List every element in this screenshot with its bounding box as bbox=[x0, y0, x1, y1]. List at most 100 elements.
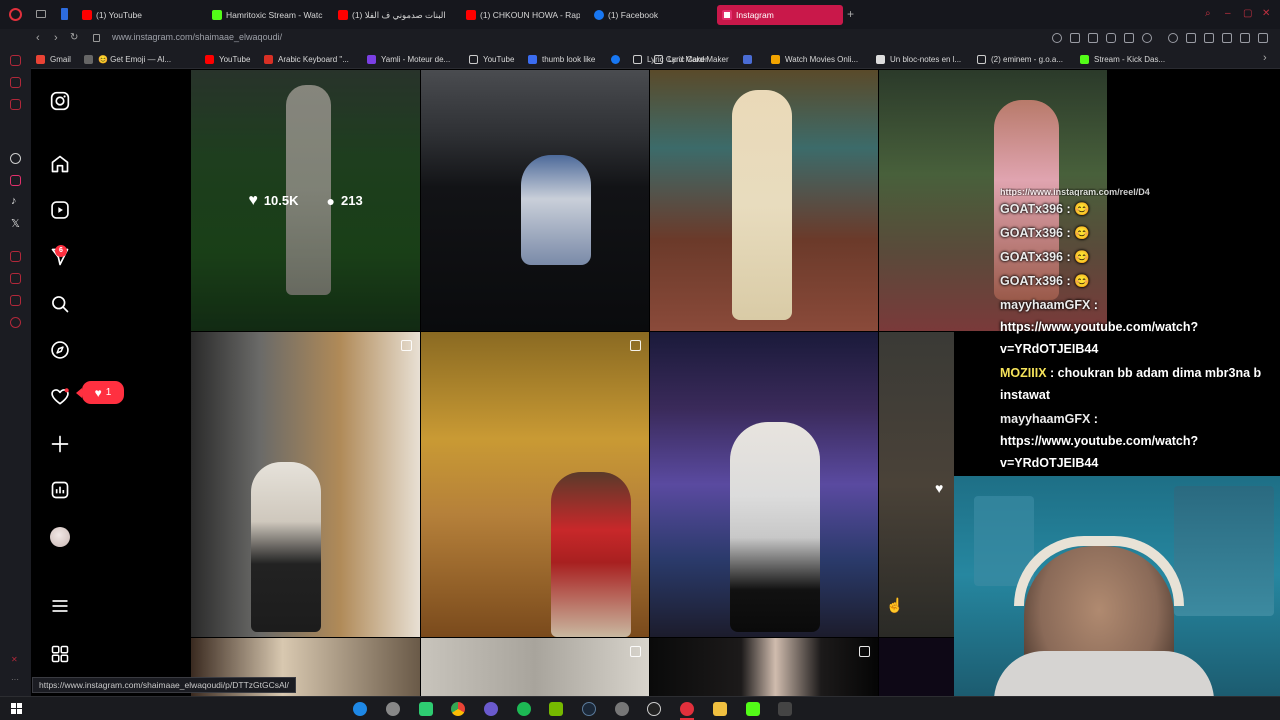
profile-avatar[interactable] bbox=[50, 527, 70, 547]
post-tile[interactable] bbox=[421, 70, 649, 331]
edge-icon[interactable] bbox=[353, 702, 367, 716]
bookmark-notepad[interactable]: Un bloc-notes en l... bbox=[876, 53, 961, 65]
create-icon[interactable] bbox=[50, 434, 70, 454]
download-icon[interactable] bbox=[1240, 33, 1250, 43]
nvidia-icon[interactable] bbox=[549, 702, 563, 716]
app-icon[interactable] bbox=[615, 702, 629, 716]
post-photo bbox=[730, 422, 820, 632]
post-tile[interactable] bbox=[650, 332, 878, 637]
search-tabs-icon[interactable]: ⌕ bbox=[1205, 9, 1215, 19]
tiktok-icon[interactable]: ♪ bbox=[11, 195, 17, 207]
bookmark-youtube[interactable]: YouTube bbox=[205, 53, 250, 65]
reels-icon[interactable] bbox=[50, 200, 70, 220]
menu-icon[interactable] bbox=[1258, 33, 1268, 43]
steam-icon[interactable] bbox=[582, 702, 596, 716]
workspace-icon[interactable] bbox=[10, 77, 21, 88]
settings-icon[interactable] bbox=[10, 317, 21, 328]
chrome-icon[interactable] bbox=[451, 702, 465, 716]
opera-logo-icon[interactable] bbox=[9, 8, 22, 21]
app-icon[interactable] bbox=[484, 702, 498, 716]
movies-icon bbox=[771, 54, 780, 64]
also-from-meta-icon[interactable] bbox=[50, 644, 70, 664]
bookmark-yamli[interactable]: Yamli - Moteur de... bbox=[367, 53, 450, 65]
post-tile[interactable] bbox=[650, 70, 878, 331]
bookmark-watch-movies[interactable]: Watch Movies Onli... bbox=[771, 53, 858, 65]
instagram-logo-icon[interactable] bbox=[50, 91, 70, 111]
search-icon[interactable] bbox=[50, 294, 70, 314]
bookmark-docs[interactable] bbox=[743, 53, 757, 65]
post-tile[interactable] bbox=[879, 638, 954, 696]
post-tile[interactable] bbox=[421, 332, 649, 637]
heart-icon[interactable] bbox=[1142, 33, 1152, 43]
bookmark-kick[interactable]: Stream - Kick Das... bbox=[1080, 53, 1165, 65]
lock-icon[interactable] bbox=[93, 34, 100, 42]
post-tile[interactable] bbox=[650, 638, 878, 696]
more-icon[interactable]: ··· bbox=[11, 675, 19, 684]
file-explorer-icon[interactable] bbox=[713, 702, 727, 716]
shield-icon[interactable] bbox=[1106, 33, 1116, 43]
post-tile[interactable] bbox=[191, 332, 420, 637]
new-tab-button[interactable]: + bbox=[847, 8, 854, 20]
post-tile[interactable]: ♥ bbox=[879, 332, 954, 637]
battery-icon[interactable] bbox=[1186, 33, 1196, 43]
tab-instagram[interactable]: Instagram bbox=[717, 5, 843, 25]
notifications-heart-icon[interactable] bbox=[50, 387, 70, 407]
chat-text: : 😊 bbox=[1063, 250, 1090, 264]
bookmark-lyric-card[interactable]: Lyric Card Maker bbox=[654, 53, 729, 65]
bookmark-facebook[interactable] bbox=[611, 53, 625, 65]
windows-start-icon[interactable] bbox=[11, 703, 22, 714]
more-menu-icon[interactable] bbox=[50, 596, 70, 616]
back-icon[interactable]: ‹ bbox=[36, 32, 40, 44]
zoom-icon[interactable] bbox=[1052, 33, 1062, 43]
chatgpt-icon[interactable] bbox=[10, 153, 21, 164]
bookmark-eminem[interactable]: (2) eminem - g.o.a... bbox=[977, 53, 1063, 65]
aria-icon[interactable] bbox=[10, 55, 21, 66]
downloads-icon[interactable] bbox=[10, 295, 21, 306]
close-sidebar-icon[interactable]: ✕ bbox=[11, 655, 18, 664]
snapshot-icon[interactable] bbox=[1088, 33, 1098, 43]
tab-youtube[interactable]: (1) YouTube bbox=[82, 5, 202, 25]
app-icon[interactable] bbox=[778, 702, 792, 716]
bookmarks-icon[interactable] bbox=[10, 273, 21, 284]
send-icon[interactable] bbox=[1124, 33, 1134, 43]
minimize-icon[interactable]: – bbox=[1225, 9, 1235, 19]
explore-icon[interactable] bbox=[50, 340, 70, 360]
forward-icon[interactable]: › bbox=[54, 32, 58, 44]
aria-icon[interactable] bbox=[1168, 33, 1178, 43]
app-icon[interactable] bbox=[386, 702, 400, 716]
dashboard-icon[interactable] bbox=[50, 480, 70, 500]
post-tile[interactable] bbox=[421, 638, 649, 696]
opera-icon[interactable] bbox=[680, 702, 694, 716]
pinned-tab-icon[interactable] bbox=[61, 8, 68, 20]
bookmark-arabic-keyboard[interactable]: Arabic Keyboard "... bbox=[264, 53, 349, 65]
like-notification-popup[interactable]: ♥ 1 bbox=[76, 381, 124, 404]
extensions-icon[interactable] bbox=[1204, 33, 1214, 43]
bookmark-gmail[interactable]: Gmail bbox=[36, 53, 71, 65]
history-icon[interactable] bbox=[10, 251, 21, 262]
spotify-icon[interactable] bbox=[517, 702, 531, 716]
app-icon[interactable] bbox=[419, 702, 433, 716]
post-tile[interactable]: ♥ 10.5K ● 213 bbox=[191, 70, 420, 331]
bookmark-label: Yamli - Moteur de... bbox=[381, 54, 451, 64]
x-icon[interactable]: 𝕏 bbox=[11, 217, 20, 230]
bookmarks-more-icon[interactable]: › bbox=[1263, 52, 1267, 64]
tab-facebook[interactable]: (1) Facebook bbox=[594, 5, 704, 25]
obs-icon[interactable] bbox=[647, 702, 661, 716]
home-icon[interactable] bbox=[50, 154, 70, 174]
tab-youtube-arabic[interactable]: (1) البنات صدموني ف الفلا bbox=[338, 5, 456, 25]
instagram-icon[interactable] bbox=[10, 175, 21, 186]
url-field[interactable]: www.instagram.com/shaimaae_elwaqoudi/ bbox=[112, 32, 282, 42]
tab-youtube-chkoun[interactable]: (1) CHKOUN HOWA - Rap bbox=[466, 5, 580, 25]
bookmark-thumb[interactable]: thumb look like bbox=[528, 53, 595, 65]
wallet-icon[interactable] bbox=[1222, 33, 1232, 43]
messenger-icon[interactable] bbox=[10, 99, 21, 110]
bookmark-getemoji[interactable]: 😊 Get Emoji — Al... bbox=[84, 53, 171, 65]
kick-icon[interactable] bbox=[746, 702, 760, 716]
tab-overview-icon[interactable] bbox=[36, 10, 46, 18]
bookmark-youtube-2[interactable]: YouTube bbox=[469, 53, 514, 65]
close-icon[interactable]: ✕ bbox=[1262, 9, 1272, 19]
tab-kick-stream[interactable]: Hamritoxic Stream - Watc bbox=[212, 5, 328, 25]
pin-icon[interactable] bbox=[1070, 33, 1080, 43]
maximize-icon[interactable]: ▢ bbox=[1243, 9, 1253, 19]
reload-icon[interactable]: ↻ bbox=[70, 32, 78, 44]
